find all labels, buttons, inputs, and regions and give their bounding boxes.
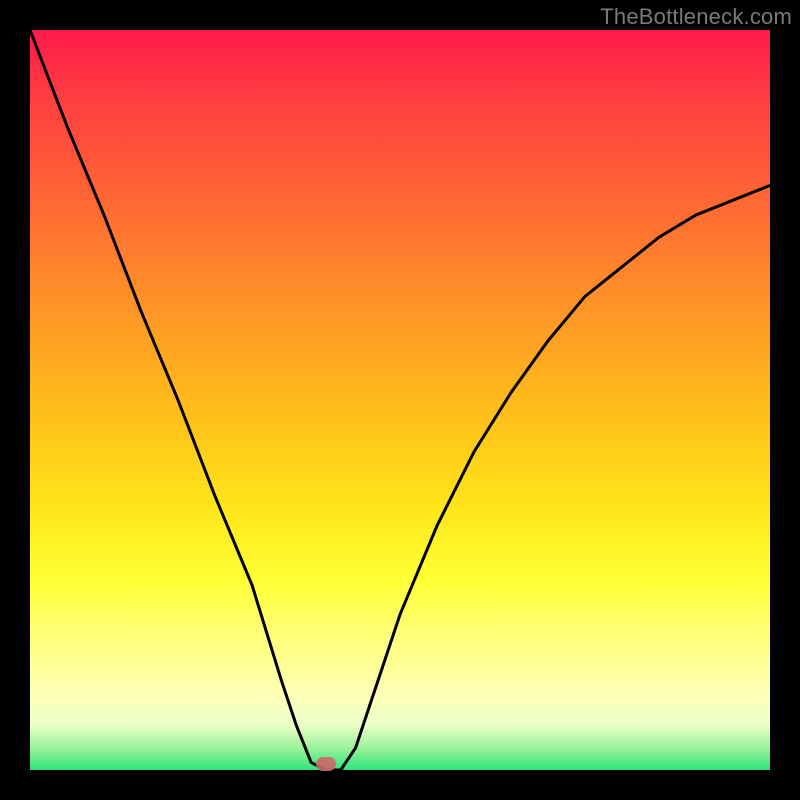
chart-frame: TheBottleneck.com — [0, 0, 800, 800]
watermark-text: TheBottleneck.com — [600, 4, 792, 30]
curve-line — [30, 30, 770, 770]
optimum-marker — [316, 757, 336, 771]
bottleneck-curve — [30, 30, 770, 770]
